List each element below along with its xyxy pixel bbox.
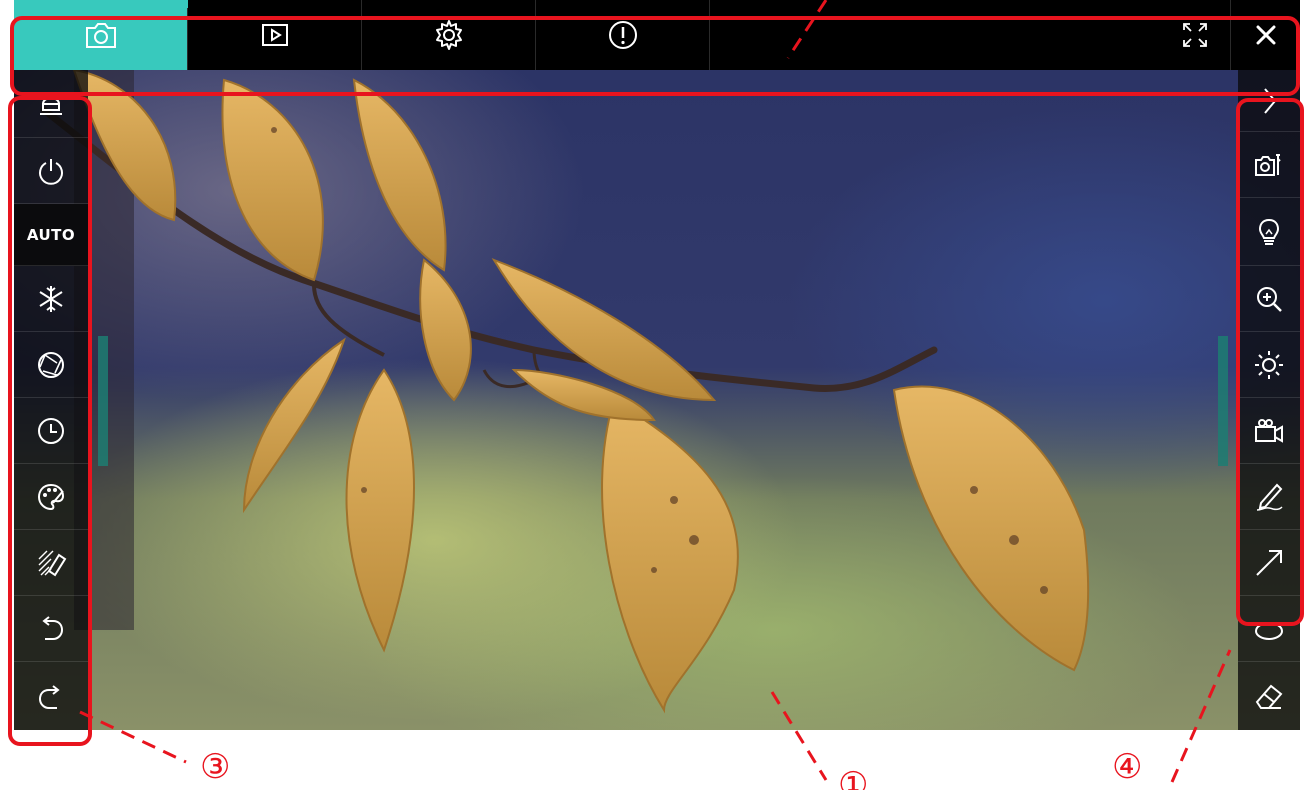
palette-button[interactable] [14, 464, 88, 530]
freeze-icon [39, 285, 63, 312]
callout-1: ① [838, 765, 869, 790]
eraser-pattern-icon [38, 550, 67, 576]
callout-3: ③ [200, 747, 231, 787]
power-button[interactable] [14, 138, 88, 204]
close-button[interactable] [1230, 0, 1300, 70]
palette-icon [37, 483, 65, 510]
record-video-button[interactable] [1238, 398, 1300, 464]
right-panel-handle[interactable] [1218, 336, 1228, 466]
visualizer-button[interactable] [14, 70, 88, 138]
redo-button[interactable] [14, 662, 88, 730]
shape-button[interactable] [1238, 596, 1300, 662]
callout-4: ④ [1112, 747, 1143, 787]
eraser-icon [1255, 684, 1283, 709]
collapse-toolbar-button[interactable] [1238, 70, 1300, 132]
freeze-button[interactable] [14, 266, 88, 332]
brightness-icon [1255, 350, 1283, 379]
zoom-in-button[interactable] [1238, 266, 1300, 332]
camera-settings-icon [1255, 153, 1281, 176]
close-icon [1256, 25, 1275, 45]
aperture-button[interactable] [14, 332, 88, 398]
power-icon [39, 158, 63, 185]
camera-icon [85, 23, 116, 48]
pen-button[interactable] [1238, 464, 1300, 530]
fullscreen-icon [1183, 23, 1207, 47]
auto-focus-button[interactable]: AUTO [14, 204, 88, 266]
tab-camera[interactable] [14, 0, 188, 70]
tab-playback[interactable] [188, 0, 362, 70]
tab-settings[interactable] [362, 0, 536, 70]
right-toolbar [1238, 70, 1300, 730]
fullscreen-button[interactable] [1160, 0, 1230, 70]
arrow-tool-button[interactable] [1238, 530, 1300, 596]
lightbulb-icon [1258, 218, 1280, 245]
brightness-button[interactable] [1238, 332, 1300, 398]
tab-info[interactable] [536, 0, 710, 70]
left-panel-handle[interactable] [98, 336, 108, 466]
lamp-button[interactable] [1238, 198, 1300, 266]
gear-icon [435, 20, 462, 50]
redo-icon [38, 685, 60, 709]
auto-label: AUTO [26, 225, 76, 244]
shape-icon [1255, 621, 1283, 640]
pen-icon [1256, 483, 1283, 511]
autumn-leaves-photo [40, 70, 1090, 714]
visualizer-icon [40, 96, 62, 115]
undo-button[interactable] [14, 596, 88, 662]
play-icon [261, 24, 288, 46]
info-icon [608, 21, 637, 49]
timer-icon [38, 417, 64, 444]
video-record-icon [1255, 418, 1283, 443]
camera-settings-button[interactable] [1238, 132, 1300, 198]
undo-icon [42, 615, 64, 640]
camera-preview[interactable] [14, 70, 1300, 730]
top-toolbar [14, 0, 1300, 70]
arrow-line-icon [1256, 549, 1282, 576]
timer-button[interactable] [14, 398, 88, 464]
eraser-pattern-button[interactable] [14, 530, 88, 596]
aperture-icon [38, 351, 64, 378]
active-tab-accent [14, 0, 188, 8]
eraser-button[interactable] [1238, 662, 1300, 730]
collapse-arrow-icon [1264, 87, 1277, 114]
zoom-in-icon [1257, 286, 1282, 312]
left-toolbar: AUTO [14, 70, 88, 730]
